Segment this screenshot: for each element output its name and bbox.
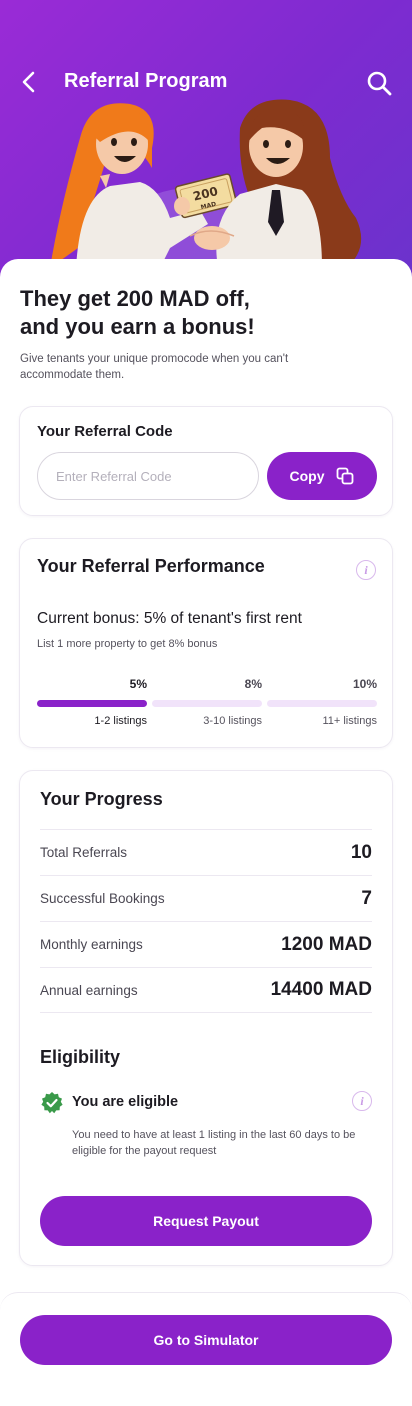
stat-label: Annual earnings — [40, 982, 138, 998]
referral-code-label: Your Referral Code — [37, 423, 173, 440]
stat-value: 7 — [361, 887, 372, 909]
info-icon[interactable]: i — [356, 560, 376, 580]
stat-row: Successful Bookings 7 — [40, 875, 372, 921]
copy-icon — [336, 467, 353, 485]
tier-bar — [152, 700, 262, 707]
performance-card: Your Referral Performance i Current bonu… — [19, 538, 393, 748]
tier-bar-active — [37, 700, 147, 707]
go-to-simulator-button[interactable]: Go to Simulator — [20, 1315, 392, 1365]
back-button[interactable] — [14, 66, 46, 98]
search-button[interactable] — [364, 68, 394, 98]
headline-line-1: They get 200 MAD off, — [20, 286, 250, 311]
stat-label: Total Referrals — [40, 845, 128, 860]
check-badge-icon — [41, 1092, 63, 1114]
headline-line-2: and you earn a bonus! — [20, 314, 255, 339]
tier-range: 1-2 listings — [94, 715, 147, 727]
current-bonus: Current bonus: 5% of tenant's first rent — [37, 610, 302, 627]
stat-row: Total Referrals 10 — [40, 829, 372, 875]
tier-1: 5% 1-2 listings — [37, 677, 147, 733]
copy-button[interactable]: Copy — [267, 452, 377, 500]
progress-title: Your Progress — [40, 789, 163, 809]
progress-stats: Total Referrals 10 Successful Bookings 7… — [40, 829, 372, 1013]
performance-title: Your Referral Performance — [37, 556, 265, 576]
request-payout-button[interactable]: Request Payout — [40, 1196, 372, 1246]
stat-value: 14400 MAD — [270, 979, 372, 1000]
eligibility-info-icon[interactable]: i — [352, 1091, 372, 1111]
stat-label: Monthly earnings — [40, 937, 143, 952]
eligibility-status-text: You are eligible — [72, 1094, 179, 1110]
tier-2: 8% 3-10 listings — [152, 677, 262, 733]
referral-code-card: Your Referral Code Copy — [19, 406, 393, 516]
chevron-left-icon — [22, 71, 35, 93]
hero-header: Referral Program 200 MAD — [0, 0, 412, 300]
headline: They get 200 MAD off, and you earn a bon… — [20, 285, 350, 341]
tier-percent: 5% — [129, 677, 147, 691]
tier-range: 11+ listings — [322, 715, 377, 727]
eligibility-title: Eligibility — [40, 1047, 121, 1067]
handshake-illustration: 200 MAD — [50, 99, 362, 268]
page-title: Referral Program — [64, 70, 228, 92]
tier-bar — [267, 700, 377, 707]
eligibility-status: You are eligible — [40, 1091, 372, 1115]
bonus-tiers: 5% 1-2 listings 8% 3-10 listings 10% 11+… — [37, 677, 377, 733]
search-icon — [367, 71, 392, 96]
tier-percent: 8% — [244, 677, 262, 691]
stat-row: Monthly earnings 1200 MAD — [40, 921, 372, 967]
progress-card: Your Progress Total Referrals 10 Success… — [19, 770, 393, 1266]
stat-value: 10 — [350, 841, 372, 863]
stat-label: Successful Bookings — [40, 891, 165, 906]
bonus-hint: List 1 more property to get 8% bonus — [37, 638, 218, 650]
bottom-action-bar: Go to Simulator — [0, 1292, 412, 1406]
copy-button-label: Copy — [289, 468, 325, 484]
intro-subtext: Give tenants your unique promocode when … — [20, 353, 289, 381]
tier-3: 10% 11+ listings — [267, 677, 377, 733]
referral-code-input[interactable] — [37, 452, 259, 500]
tier-range: 3-10 listings — [203, 715, 262, 727]
stat-row: Annual earnings 14400 MAD — [40, 967, 372, 1013]
tier-percent: 10% — [352, 677, 377, 691]
stat-value: 1200 MAD — [281, 933, 372, 955]
eligibility-description: You need to have at least 1 listing in t… — [72, 1129, 356, 1157]
